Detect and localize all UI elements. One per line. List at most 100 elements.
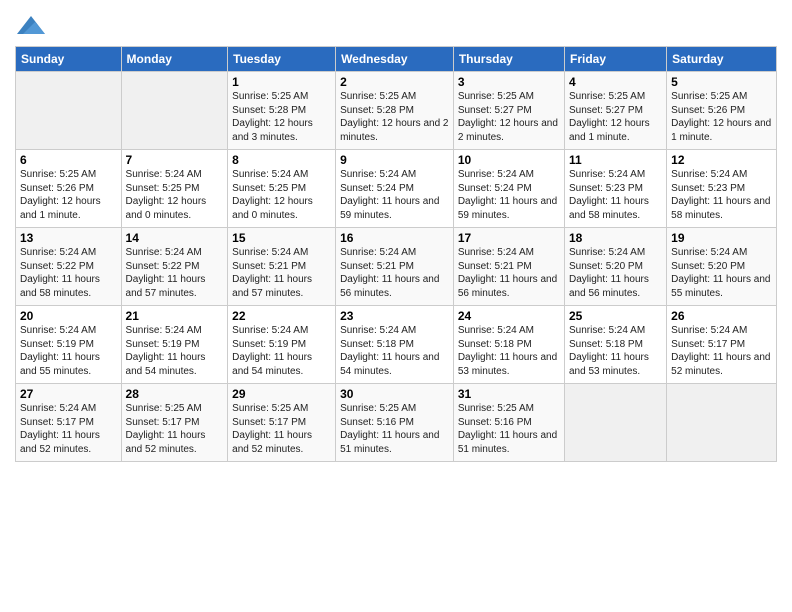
day-number: 1 bbox=[232, 75, 331, 89]
calendar-cell: 15Sunrise: 5:24 AM Sunset: 5:21 PM Dayli… bbox=[228, 228, 336, 306]
logo-icon bbox=[17, 14, 45, 38]
calendar-cell: 9Sunrise: 5:24 AM Sunset: 5:24 PM Daylig… bbox=[336, 150, 454, 228]
calendar-cell: 4Sunrise: 5:25 AM Sunset: 5:27 PM Daylig… bbox=[565, 72, 667, 150]
day-number: 30 bbox=[340, 387, 449, 401]
calendar-cell: 28Sunrise: 5:25 AM Sunset: 5:17 PM Dayli… bbox=[121, 384, 228, 462]
day-number: 2 bbox=[340, 75, 449, 89]
calendar-cell: 16Sunrise: 5:24 AM Sunset: 5:21 PM Dayli… bbox=[336, 228, 454, 306]
day-info: Sunrise: 5:24 AM Sunset: 5:18 PM Dayligh… bbox=[340, 324, 449, 378]
day-number: 31 bbox=[458, 387, 560, 401]
day-info: Sunrise: 5:24 AM Sunset: 5:22 PM Dayligh… bbox=[126, 246, 224, 300]
calendar-cell: 10Sunrise: 5:24 AM Sunset: 5:24 PM Dayli… bbox=[453, 150, 564, 228]
calendar-header-row: SundayMondayTuesdayWednesdayThursdayFrid… bbox=[16, 47, 777, 72]
day-info: Sunrise: 5:25 AM Sunset: 5:17 PM Dayligh… bbox=[232, 402, 331, 456]
calendar-cell: 13Sunrise: 5:24 AM Sunset: 5:22 PM Dayli… bbox=[16, 228, 122, 306]
calendar-cell bbox=[565, 384, 667, 462]
day-info: Sunrise: 5:25 AM Sunset: 5:26 PM Dayligh… bbox=[671, 90, 772, 144]
calendar-cell: 6Sunrise: 5:25 AM Sunset: 5:26 PM Daylig… bbox=[16, 150, 122, 228]
day-info: Sunrise: 5:25 AM Sunset: 5:27 PM Dayligh… bbox=[569, 90, 662, 144]
day-info: Sunrise: 5:24 AM Sunset: 5:24 PM Dayligh… bbox=[340, 168, 449, 222]
col-header-friday: Friday bbox=[565, 47, 667, 72]
calendar-cell: 21Sunrise: 5:24 AM Sunset: 5:19 PM Dayli… bbox=[121, 306, 228, 384]
day-info: Sunrise: 5:25 AM Sunset: 5:17 PM Dayligh… bbox=[126, 402, 224, 456]
day-number: 5 bbox=[671, 75, 772, 89]
calendar-cell: 18Sunrise: 5:24 AM Sunset: 5:20 PM Dayli… bbox=[565, 228, 667, 306]
calendar-cell: 17Sunrise: 5:24 AM Sunset: 5:21 PM Dayli… bbox=[453, 228, 564, 306]
day-info: Sunrise: 5:25 AM Sunset: 5:16 PM Dayligh… bbox=[340, 402, 449, 456]
day-info: Sunrise: 5:24 AM Sunset: 5:18 PM Dayligh… bbox=[569, 324, 662, 378]
calendar-cell: 7Sunrise: 5:24 AM Sunset: 5:25 PM Daylig… bbox=[121, 150, 228, 228]
day-info: Sunrise: 5:25 AM Sunset: 5:27 PM Dayligh… bbox=[458, 90, 560, 144]
day-info: Sunrise: 5:24 AM Sunset: 5:18 PM Dayligh… bbox=[458, 324, 560, 378]
day-number: 19 bbox=[671, 231, 772, 245]
day-number: 11 bbox=[569, 153, 662, 167]
day-number: 4 bbox=[569, 75, 662, 89]
day-info: Sunrise: 5:24 AM Sunset: 5:22 PM Dayligh… bbox=[20, 246, 117, 300]
calendar-cell: 24Sunrise: 5:24 AM Sunset: 5:18 PM Dayli… bbox=[453, 306, 564, 384]
logo bbox=[15, 14, 45, 38]
day-number: 15 bbox=[232, 231, 331, 245]
calendar-week-row: 13Sunrise: 5:24 AM Sunset: 5:22 PM Dayli… bbox=[16, 228, 777, 306]
col-header-monday: Monday bbox=[121, 47, 228, 72]
col-header-tuesday: Tuesday bbox=[228, 47, 336, 72]
day-info: Sunrise: 5:24 AM Sunset: 5:20 PM Dayligh… bbox=[671, 246, 772, 300]
day-info: Sunrise: 5:24 AM Sunset: 5:19 PM Dayligh… bbox=[126, 324, 224, 378]
day-number: 6 bbox=[20, 153, 117, 167]
day-info: Sunrise: 5:24 AM Sunset: 5:17 PM Dayligh… bbox=[671, 324, 772, 378]
calendar-cell: 1Sunrise: 5:25 AM Sunset: 5:28 PM Daylig… bbox=[228, 72, 336, 150]
day-info: Sunrise: 5:24 AM Sunset: 5:25 PM Dayligh… bbox=[126, 168, 224, 222]
calendar-cell: 19Sunrise: 5:24 AM Sunset: 5:20 PM Dayli… bbox=[667, 228, 777, 306]
day-info: Sunrise: 5:24 AM Sunset: 5:23 PM Dayligh… bbox=[569, 168, 662, 222]
calendar-cell: 30Sunrise: 5:25 AM Sunset: 5:16 PM Dayli… bbox=[336, 384, 454, 462]
day-info: Sunrise: 5:24 AM Sunset: 5:21 PM Dayligh… bbox=[232, 246, 331, 300]
day-number: 22 bbox=[232, 309, 331, 323]
day-number: 16 bbox=[340, 231, 449, 245]
calendar-cell: 25Sunrise: 5:24 AM Sunset: 5:18 PM Dayli… bbox=[565, 306, 667, 384]
day-info: Sunrise: 5:24 AM Sunset: 5:19 PM Dayligh… bbox=[232, 324, 331, 378]
day-number: 28 bbox=[126, 387, 224, 401]
day-number: 8 bbox=[232, 153, 331, 167]
day-info: Sunrise: 5:24 AM Sunset: 5:17 PM Dayligh… bbox=[20, 402, 117, 456]
calendar-cell: 14Sunrise: 5:24 AM Sunset: 5:22 PM Dayli… bbox=[121, 228, 228, 306]
calendar-week-row: 6Sunrise: 5:25 AM Sunset: 5:26 PM Daylig… bbox=[16, 150, 777, 228]
day-number: 24 bbox=[458, 309, 560, 323]
day-number: 29 bbox=[232, 387, 331, 401]
page-container: SundayMondayTuesdayWednesdayThursdayFrid… bbox=[0, 0, 792, 472]
day-number: 23 bbox=[340, 309, 449, 323]
calendar-cell: 3Sunrise: 5:25 AM Sunset: 5:27 PM Daylig… bbox=[453, 72, 564, 150]
calendar-cell: 11Sunrise: 5:24 AM Sunset: 5:23 PM Dayli… bbox=[565, 150, 667, 228]
calendar-cell: 5Sunrise: 5:25 AM Sunset: 5:26 PM Daylig… bbox=[667, 72, 777, 150]
day-number: 20 bbox=[20, 309, 117, 323]
day-info: Sunrise: 5:24 AM Sunset: 5:24 PM Dayligh… bbox=[458, 168, 560, 222]
calendar-cell: 27Sunrise: 5:24 AM Sunset: 5:17 PM Dayli… bbox=[16, 384, 122, 462]
day-number: 21 bbox=[126, 309, 224, 323]
day-number: 13 bbox=[20, 231, 117, 245]
calendar-cell: 12Sunrise: 5:24 AM Sunset: 5:23 PM Dayli… bbox=[667, 150, 777, 228]
calendar-cell: 20Sunrise: 5:24 AM Sunset: 5:19 PM Dayli… bbox=[16, 306, 122, 384]
day-info: Sunrise: 5:24 AM Sunset: 5:19 PM Dayligh… bbox=[20, 324, 117, 378]
calendar-cell: 29Sunrise: 5:25 AM Sunset: 5:17 PM Dayli… bbox=[228, 384, 336, 462]
calendar-cell bbox=[16, 72, 122, 150]
header bbox=[15, 10, 777, 38]
day-number: 14 bbox=[126, 231, 224, 245]
calendar-table: SundayMondayTuesdayWednesdayThursdayFrid… bbox=[15, 46, 777, 462]
calendar-week-row: 20Sunrise: 5:24 AM Sunset: 5:19 PM Dayli… bbox=[16, 306, 777, 384]
calendar-cell: 2Sunrise: 5:25 AM Sunset: 5:28 PM Daylig… bbox=[336, 72, 454, 150]
day-info: Sunrise: 5:25 AM Sunset: 5:28 PM Dayligh… bbox=[232, 90, 331, 144]
day-number: 26 bbox=[671, 309, 772, 323]
col-header-wednesday: Wednesday bbox=[336, 47, 454, 72]
calendar-cell: 26Sunrise: 5:24 AM Sunset: 5:17 PM Dayli… bbox=[667, 306, 777, 384]
calendar-cell: 22Sunrise: 5:24 AM Sunset: 5:19 PM Dayli… bbox=[228, 306, 336, 384]
calendar-cell: 23Sunrise: 5:24 AM Sunset: 5:18 PM Dayli… bbox=[336, 306, 454, 384]
day-info: Sunrise: 5:25 AM Sunset: 5:26 PM Dayligh… bbox=[20, 168, 117, 222]
col-header-sunday: Sunday bbox=[16, 47, 122, 72]
calendar-week-row: 27Sunrise: 5:24 AM Sunset: 5:17 PM Dayli… bbox=[16, 384, 777, 462]
col-header-thursday: Thursday bbox=[453, 47, 564, 72]
day-number: 7 bbox=[126, 153, 224, 167]
day-info: Sunrise: 5:25 AM Sunset: 5:16 PM Dayligh… bbox=[458, 402, 560, 456]
day-number: 3 bbox=[458, 75, 560, 89]
day-info: Sunrise: 5:24 AM Sunset: 5:21 PM Dayligh… bbox=[458, 246, 560, 300]
day-number: 25 bbox=[569, 309, 662, 323]
day-number: 9 bbox=[340, 153, 449, 167]
day-number: 17 bbox=[458, 231, 560, 245]
